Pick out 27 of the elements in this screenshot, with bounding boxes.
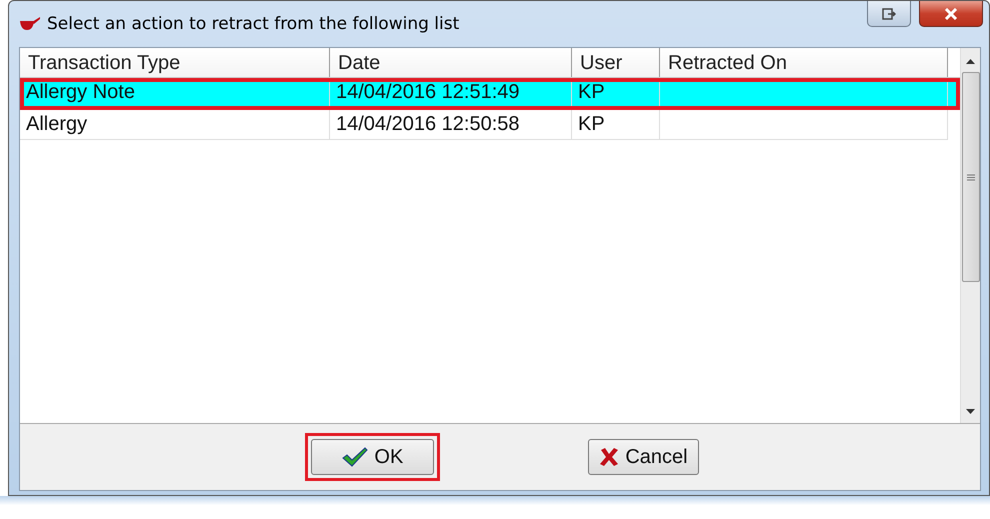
- table-cell: Allergy Note: [26, 81, 135, 103]
- column-header[interactable]: Transaction Type: [20, 48, 330, 77]
- table-cell: KP: [578, 81, 605, 103]
- bowl-icon: [19, 16, 41, 32]
- ok-button[interactable]: OK: [311, 439, 434, 475]
- close-button[interactable]: [919, 1, 983, 27]
- column-header[interactable]: Retracted On: [660, 48, 948, 77]
- table-cell: Allergy: [26, 113, 88, 135]
- x-icon: [599, 447, 620, 467]
- table-cell: 14/04/2016 12:51:49: [336, 81, 520, 103]
- cancel-button[interactable]: Cancel: [588, 439, 699, 475]
- column-header[interactable]: Date: [330, 48, 572, 77]
- checkmark-icon: [342, 447, 368, 467]
- close-icon: [944, 8, 958, 20]
- table-cell: KP: [578, 113, 605, 135]
- column-header[interactable]: User: [572, 48, 660, 77]
- restore-button[interactable]: [867, 1, 911, 27]
- scroll-thumb[interactable]: [962, 72, 980, 282]
- table-row[interactable]: Allergy 14/04/2016 12:50:58 KP: [20, 110, 960, 140]
- scroll-up-icon: [966, 58, 975, 64]
- table-row[interactable]: Allergy Note 14/04/2016 12:51:49 KP: [20, 78, 960, 110]
- scroll-down-icon: [966, 409, 975, 415]
- scrollbar[interactable]: [960, 48, 980, 423]
- grip-icon: [966, 174, 974, 180]
- window-title: Select an action to retract from the following list: [47, 14, 460, 34]
- window-icon: [882, 8, 896, 20]
- table-cell: 14/04/2016 12:50:58: [336, 113, 520, 135]
